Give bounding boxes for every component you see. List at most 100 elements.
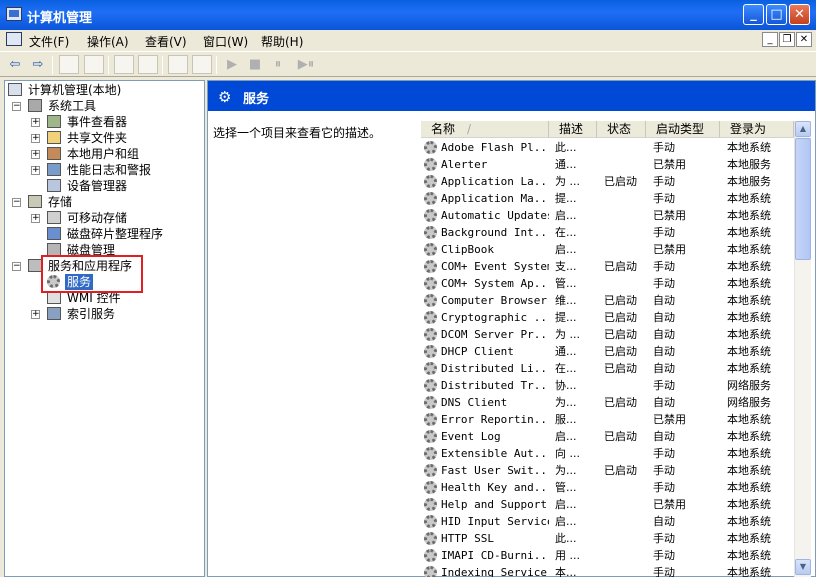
service-row[interactable]: Adobe Flash Pl... 此... 手动 本地系统 bbox=[421, 139, 793, 156]
service-startup-type: 已禁用 bbox=[653, 413, 686, 426]
gear-icon bbox=[424, 566, 437, 577]
service-row[interactable]: Application Ma... 提... 手动 本地系统 bbox=[421, 190, 793, 207]
service-logon-as: 本地系统 bbox=[727, 345, 771, 358]
service-description-cell: 此... bbox=[555, 141, 577, 154]
service-row[interactable]: Distributed Li... 在... 已启动 自动 本地系统 bbox=[421, 360, 793, 377]
shared-folder-icon bbox=[47, 131, 61, 144]
column-header-startup-type[interactable]: 启动类型 bbox=[646, 121, 720, 138]
refresh-icon[interactable] bbox=[114, 55, 134, 74]
vertical-scrollbar[interactable]: ▲ ▼ bbox=[794, 121, 811, 577]
service-row[interactable]: Automatic Updates 启... 已禁用 本地系统 bbox=[421, 207, 793, 224]
collapse-icon[interactable]: − bbox=[12, 262, 21, 271]
service-row[interactable]: HID Input Service 启... 自动 本地系统 bbox=[421, 513, 793, 530]
menu-window[interactable]: 窗口(W) bbox=[203, 33, 248, 50]
gear-icon bbox=[424, 141, 437, 154]
service-description-cell: 在... bbox=[555, 362, 577, 375]
restart-service-button[interactable]: ▶⏸ bbox=[291, 55, 321, 74]
service-row[interactable]: Error Reportin... 服... 已禁用 本地系统 bbox=[421, 411, 793, 428]
service-name: Health Key and... bbox=[441, 481, 549, 494]
child-close-button[interactable]: ✕ bbox=[796, 32, 812, 47]
child-restore-button[interactable]: ❐ bbox=[779, 32, 795, 47]
menu-view[interactable]: 查看(V) bbox=[145, 33, 187, 50]
service-logon-as: 本地系统 bbox=[727, 464, 771, 477]
column-header-status[interactable]: 状态 bbox=[597, 121, 646, 138]
column-header-name[interactable]: 名称 / bbox=[421, 121, 549, 138]
gear-icon: ⚙ bbox=[218, 88, 232, 106]
service-startup-type: 自动 bbox=[653, 362, 675, 375]
service-row[interactable]: Health Key and... 管... 手动 本地系统 bbox=[421, 479, 793, 496]
scroll-down-icon[interactable]: ▼ bbox=[795, 559, 811, 575]
service-row[interactable]: Distributed Tr... 协... 手动 网络服务 bbox=[421, 377, 793, 394]
window-title: 计算机管理 bbox=[27, 11, 93, 26]
forward-button[interactable]: ⇨ bbox=[28, 55, 48, 74]
column-header-logon-as[interactable]: 登录为 bbox=[720, 121, 794, 138]
expand-icon[interactable]: + bbox=[31, 118, 40, 127]
service-row[interactable]: DHCP Client 通... 已启动 自动 本地系统 bbox=[421, 343, 793, 360]
menu-action[interactable]: 操作(A) bbox=[87, 33, 129, 50]
service-row[interactable]: Extensible Aut... 向 ... 手动 本地系统 bbox=[421, 445, 793, 462]
service-row[interactable]: DCOM Server Pr... 为 ... 已启动 自动 本地系统 bbox=[421, 326, 793, 343]
service-row[interactable]: Indexing Service 本... 手动 本地系统 bbox=[421, 564, 793, 577]
gear-icon bbox=[424, 243, 437, 256]
computer-icon bbox=[8, 83, 22, 96]
show-hide-tree-icon[interactable] bbox=[84, 55, 104, 74]
service-name: COM+ System Ap... bbox=[441, 277, 549, 290]
service-status: 已启动 bbox=[604, 311, 637, 324]
users-icon bbox=[47, 147, 61, 160]
service-startup-type: 手动 bbox=[653, 226, 675, 239]
up-folder-icon[interactable] bbox=[59, 55, 79, 74]
service-row[interactable]: Computer Browser 维... 已启动 自动 本地系统 bbox=[421, 292, 793, 309]
menu-help[interactable]: 帮助(H) bbox=[261, 33, 303, 50]
service-row[interactable]: Alerter 通... 已禁用 本地服务 bbox=[421, 156, 793, 173]
expand-icon[interactable]: + bbox=[31, 166, 40, 175]
expand-icon[interactable]: + bbox=[31, 214, 40, 223]
service-description-cell: 启... bbox=[555, 430, 577, 443]
service-name: Automatic Updates bbox=[441, 209, 549, 222]
gear-icon bbox=[424, 413, 437, 426]
service-row[interactable]: IMAPI CD-Burni... 用 ... 手动 本地系统 bbox=[421, 547, 793, 564]
service-startup-type: 自动 bbox=[653, 294, 675, 307]
service-row[interactable]: HTTP SSL 此... 手动 本地系统 bbox=[421, 530, 793, 547]
column-header-description[interactable]: 描述 bbox=[549, 121, 597, 138]
expand-icon[interactable]: + bbox=[31, 310, 40, 319]
scroll-thumb[interactable] bbox=[795, 138, 811, 260]
collapse-icon[interactable]: − bbox=[12, 198, 21, 207]
service-row[interactable]: Fast User Swit... 为... 已启动 手动 本地系统 bbox=[421, 462, 793, 479]
back-button[interactable]: ⇦ bbox=[5, 55, 25, 74]
menu-file[interactable]: 文件(F) bbox=[29, 33, 69, 50]
service-name: Extensible Aut... bbox=[441, 447, 549, 460]
service-row[interactable]: ClipBook 启... 已禁用 本地系统 bbox=[421, 241, 793, 258]
maximize-button[interactable]: □ bbox=[766, 4, 787, 25]
service-row[interactable]: Help and Support 启... 已禁用 本地系统 bbox=[421, 496, 793, 513]
close-button[interactable]: ✕ bbox=[789, 4, 810, 25]
service-logon-as: 本地系统 bbox=[727, 260, 771, 273]
help-icon[interactable] bbox=[168, 55, 188, 74]
child-minimize-button[interactable]: _ bbox=[762, 32, 778, 47]
stop-service-button[interactable]: ■ bbox=[245, 55, 265, 74]
service-row[interactable]: Application La... 为 ... 已启动 手动 本地服务 bbox=[421, 173, 793, 190]
service-row[interactable]: DNS Client 为... 已启动 自动 网络服务 bbox=[421, 394, 793, 411]
expand-icon[interactable]: + bbox=[31, 150, 40, 159]
service-row[interactable]: Background Int... 在... 手动 本地系统 bbox=[421, 224, 793, 241]
collapse-icon[interactable]: − bbox=[12, 102, 21, 111]
service-name: HTTP SSL bbox=[441, 532, 494, 545]
minimize-button[interactable]: _ bbox=[743, 4, 764, 25]
service-description-cell: 启... bbox=[555, 515, 577, 528]
properties-icon[interactable] bbox=[192, 55, 212, 74]
service-startup-type: 已禁用 bbox=[653, 243, 686, 256]
service-row[interactable]: Cryptographic ... 提... 已启动 自动 本地系统 bbox=[421, 309, 793, 326]
pause-service-button[interactable]: ⏸ bbox=[268, 55, 288, 74]
service-startup-type: 手动 bbox=[653, 464, 675, 477]
service-row[interactable]: Event Log 启... 已启动 自动 本地系统 bbox=[421, 428, 793, 445]
gear-icon bbox=[424, 294, 437, 307]
export-list-icon[interactable] bbox=[138, 55, 158, 74]
service-row[interactable]: COM+ System Ap... 管... 手动 本地系统 bbox=[421, 275, 793, 292]
service-logon-as: 本地系统 bbox=[727, 362, 771, 375]
service-startup-type: 已禁用 bbox=[653, 158, 686, 171]
scroll-up-icon[interactable]: ▲ bbox=[795, 121, 811, 137]
start-service-button[interactable]: ▶ bbox=[222, 55, 242, 74]
system-menu-icon[interactable] bbox=[6, 32, 22, 46]
service-row[interactable]: COM+ Event System 支... 已启动 手动 本地系统 bbox=[421, 258, 793, 275]
service-logon-as: 本地服务 bbox=[727, 158, 771, 171]
expand-icon[interactable]: + bbox=[31, 134, 40, 143]
